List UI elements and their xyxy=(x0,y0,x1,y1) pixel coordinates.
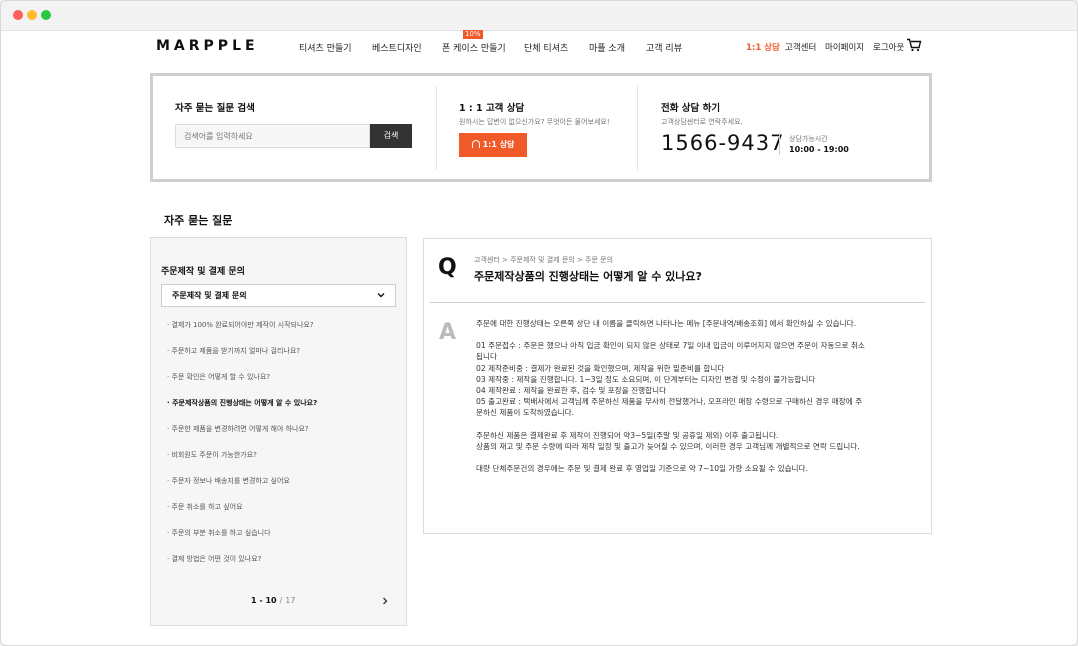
phone-number: 1566-9437 xyxy=(661,131,785,155)
maximize-window-button[interactable] xyxy=(41,10,51,20)
faq-list-item[interactable]: · 주문 확인은 어떻게 할 수 있나요? xyxy=(167,372,270,382)
question-mark-letter: Q xyxy=(438,255,457,280)
title-bar xyxy=(1,1,1077,31)
answer-line: 03 제작중 : 제작을 진행합니다. 1~3일 정도 소요되며, 이 단계부터… xyxy=(476,374,816,384)
divider xyxy=(637,86,638,170)
faq-list-item[interactable]: · 주문자 정보나 배송지를 변경하고 싶어요 xyxy=(167,476,290,486)
page-separator: / xyxy=(279,596,283,605)
faq-list-item-active[interactable]: · 주문제작상품의 진행상태는 어떻게 알 수 있나요? xyxy=(167,398,317,408)
answer-line: 05 출고완료 : 택배사에서 고객님께 주문하신 제품을 무사히 전달했거나,… xyxy=(476,397,863,407)
util-chat[interactable]: 1:1 상담 xyxy=(746,41,780,53)
faq-list-item[interactable]: · 결제가 100% 완료되어야만 제작이 시작되나요? xyxy=(167,320,314,330)
nav-about[interactable]: 마플 소개 xyxy=(589,41,625,54)
answer-line: 04 제작완료 : 제작을 완료한 후, 검수 및 포장을 진행합니다 xyxy=(476,386,667,396)
chat-button-label: 1:1 상담 xyxy=(482,140,515,149)
faq-search-title: 자주 묻는 질문 검색 xyxy=(175,103,255,114)
help-box: 자주 묻는 질문 검색 검색 1 : 1 고객 상담 원하시는 답변이 없으신가… xyxy=(150,73,932,182)
chevron-down-icon xyxy=(377,293,385,298)
util-logout[interactable]: 로그아웃 xyxy=(873,41,904,53)
faq-list-item[interactable]: · 결제 방법은 어떤 것이 있나요? xyxy=(167,554,261,564)
util-customer-center[interactable]: 고객센터 xyxy=(785,41,816,53)
faq-search-input[interactable] xyxy=(175,124,370,148)
marpple-logo[interactable]: MARPPLE xyxy=(156,38,259,54)
answer-body: 주문에 대한 진행상태는 오른쪽 상단 내 이름을 클릭하면 나타나는 메뉴 [… xyxy=(476,318,924,474)
browser-window: MARPPLE 티셔츠 만들기 베스트디자인 10% 폰 케이스 만들기 단체 … xyxy=(0,0,1078,646)
util-mypage[interactable]: 마이페이지 xyxy=(825,41,864,53)
divider xyxy=(779,133,780,155)
headset-icon xyxy=(471,140,480,148)
faq-list-item[interactable]: · 비회원도 주문이 가능한가요? xyxy=(167,450,257,460)
minimize-window-button[interactable] xyxy=(27,10,37,20)
hours-value: 10:00 - 19:00 xyxy=(789,145,849,154)
category-select[interactable]: 주문제작 및 결제 문의 xyxy=(161,284,396,307)
answer-line: 문하신 제품이 도착하였습니다. xyxy=(476,408,575,418)
category-select-value: 주문제작 및 결제 문의 xyxy=(172,291,247,300)
divider xyxy=(436,86,437,170)
nav-group-tshirt[interactable]: 단체 티셔츠 xyxy=(524,41,568,54)
close-window-button[interactable] xyxy=(13,10,23,20)
pagination: 1 - 10/17 xyxy=(251,596,295,605)
answer-line: 02 제작준비중 : 결제가 완료된 것을 확인했으며, 제작을 위한 밑준비를… xyxy=(476,363,725,373)
phone-title: 전화 상담 하기 xyxy=(661,103,721,114)
answer-line: 됩니다 xyxy=(476,352,497,362)
hours-label: 상담가능시간 xyxy=(789,135,828,143)
nav-tshirt[interactable]: 티셔츠 만들기 xyxy=(299,41,352,54)
search-button[interactable]: 검색 xyxy=(370,124,412,148)
faq-answer-panel: Q 고객센터 > 주문제작 및 결제 문의 > 주문 문의 주문제작상품의 진행… xyxy=(423,238,932,534)
faq-list-item[interactable]: · 주문의 부분 취소를 하고 싶습니다 xyxy=(167,528,271,538)
phone-subtitle: 고객상담센터로 연락주세요. xyxy=(661,118,743,126)
answer-line: 대량 단체주문건의 경우에는 주문 및 결제 완료 후 영업일 기준으로 약 7… xyxy=(476,464,808,474)
chat-button[interactable]: 1:1 상담 xyxy=(459,133,527,157)
nav-best-design[interactable]: 베스트디자인 xyxy=(372,41,422,54)
answer-mark-letter: A xyxy=(439,320,457,345)
chat-subtitle: 원하시는 답변이 없으신가요? 무엇이든 물어보세요! xyxy=(459,118,610,126)
nav-phone-case[interactable]: 폰 케이스 만들기 xyxy=(442,41,506,54)
chat-title: 1 : 1 고객 상담 xyxy=(459,103,525,114)
chevron-right-icon[interactable] xyxy=(381,597,389,605)
answer-line: 주문에 대한 진행상태는 오른쪽 상단 내 이름을 클릭하면 나타나는 메뉴 [… xyxy=(476,319,857,328)
category-title: 주문제작 및 결제 문의 xyxy=(161,267,245,277)
faq-list-item[interactable]: · 주문 취소를 하고 싶어요 xyxy=(167,502,243,512)
faq-list-item[interactable]: · 주문하고 제품을 받기까지 얼마나 걸리나요? xyxy=(167,346,300,356)
page-title: 자주 묻는 질문 xyxy=(164,214,233,227)
cart-icon[interactable] xyxy=(906,38,922,52)
nav-reviews[interactable]: 고객 리뷰 xyxy=(646,41,682,54)
breadcrumb: 고객센터 > 주문제작 및 결제 문의 > 주문 문의 xyxy=(474,256,614,264)
answer-line: 상품의 재고 및 주문 수량에 따라 제작 일정 및 출고가 늦어질 수 있으며… xyxy=(476,441,860,451)
question-title: 주문제작상품의 진행상태는 어떻게 알 수 있나요? xyxy=(474,270,702,283)
divider xyxy=(430,302,925,303)
page-total: 17 xyxy=(285,596,296,605)
faq-list-item[interactable]: · 주문한 제품을 변경하려면 어떻게 해야 하나요? xyxy=(167,424,309,434)
discount-badge: 10% xyxy=(463,30,483,39)
faq-sidebar: 주문제작 및 결제 문의 주문제작 및 결제 문의 · 결제가 100% 완료되… xyxy=(150,237,407,626)
page-range: 1 - 10 xyxy=(251,596,277,605)
answer-line: 01 주문접수 : 주문은 했으나 아직 입금 확인이 되지 않은 상태로 7일… xyxy=(476,341,865,351)
answer-line: 주문하신 제품은 결제완료 후 제작이 진행되어 약3~5일(주말 및 공휴일 … xyxy=(476,430,779,440)
